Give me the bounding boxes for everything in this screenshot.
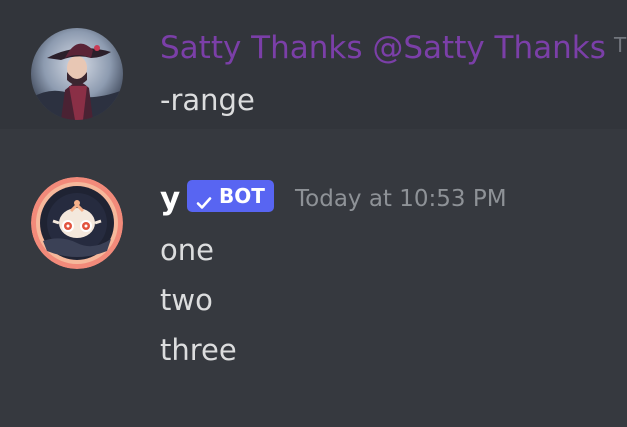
message-timestamp: T	[614, 33, 627, 57]
message: Satty Thanks @Satty Thanks T -range	[0, 0, 627, 129]
message-author[interactable]: Satty Thanks @Satty Thanks	[160, 29, 606, 67]
message-author[interactable]: y	[160, 180, 180, 218]
avatar-image	[31, 28, 123, 120]
bot-avatar[interactable]	[31, 177, 123, 269]
message-content-line: three	[160, 333, 237, 367]
message-content-line: one	[160, 233, 214, 267]
message-timestamp[interactable]: Today at 10:53 PM	[295, 186, 507, 212]
bot-badge: BOT	[187, 180, 274, 212]
message-content-line: two	[160, 283, 213, 317]
chat-message-list: Satty Thanks @Satty Thanks T -range y BO…	[0, 0, 627, 427]
message-content: -range	[160, 83, 255, 117]
avatar-image	[31, 177, 123, 269]
check-icon	[196, 188, 212, 209]
bot-badge-label: BOT	[219, 184, 265, 208]
user-avatar[interactable]	[31, 28, 123, 120]
